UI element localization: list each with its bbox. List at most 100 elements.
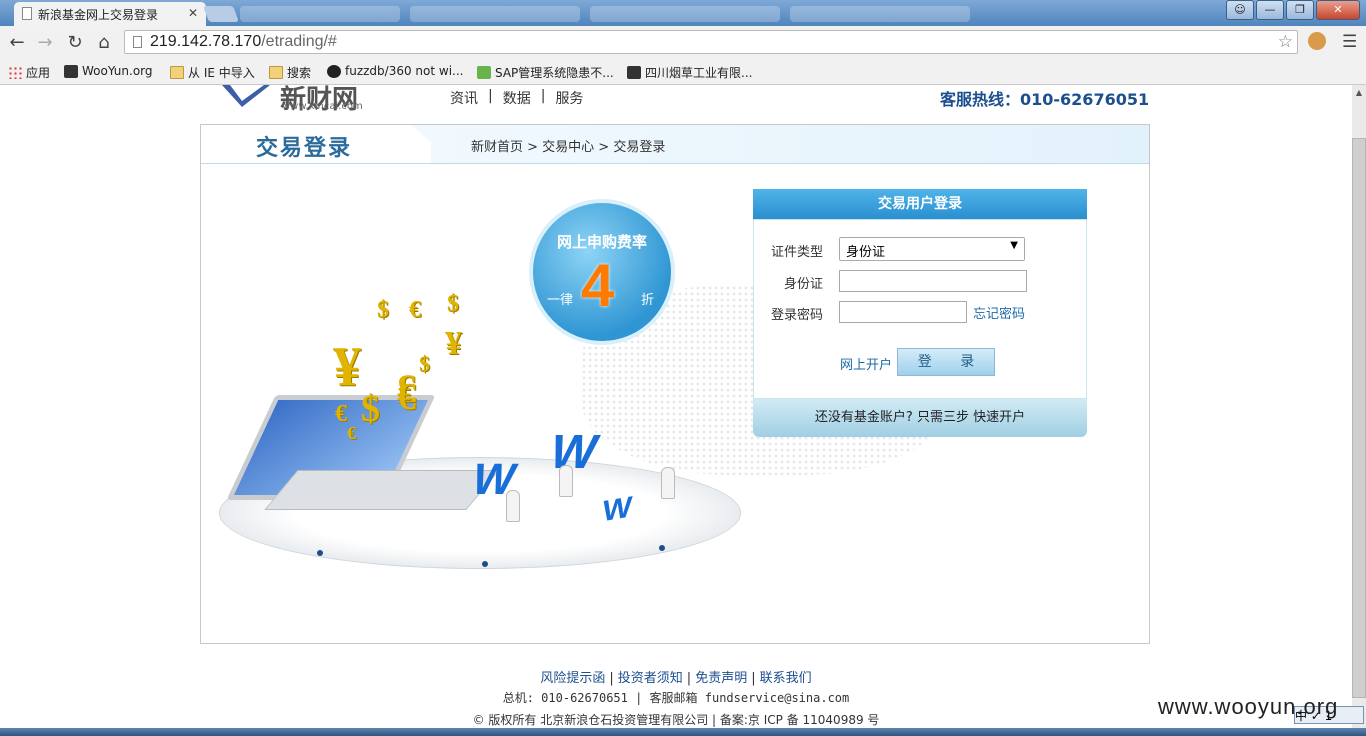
- bookmarks-bar: 应用 WooYun.org 从 IE 中导入 搜索 fuzzdb/360 not…: [0, 60, 1366, 85]
- footer-link-risk[interactable]: 风险提示函: [540, 671, 605, 686]
- cookie-extension-icon[interactable]: [1308, 32, 1326, 50]
- title-bar: 新浪基金网上交易登录 ✕ ☺ — ❐ ✕: [0, 0, 1366, 26]
- nav-data[interactable]: 数据: [503, 88, 531, 108]
- badge-title: 网上申购费率: [556, 233, 647, 251]
- id-type-select[interactable]: 身份证 ▼: [839, 237, 1025, 261]
- bookmark-sichuan[interactable]: 四川烟草工业有限...: [627, 64, 752, 81]
- id-number-label: 身份证: [783, 277, 823, 292]
- password-input[interactable]: [839, 301, 967, 323]
- footer-contact: 总机: 010-62670651 | 客服邮箱 fundservice@sina…: [502, 691, 850, 705]
- close-window-icon[interactable]: ✕: [1316, 0, 1360, 20]
- badge-prefix: 一律: [547, 293, 574, 308]
- url-host: 219.142.78.170: [150, 33, 262, 50]
- figure-graphic: [559, 465, 573, 497]
- fee-rate-badge: 网上申购费率 4 一律 折: [529, 199, 675, 345]
- page-icon: [22, 7, 32, 20]
- bookmark-fuzzdb[interactable]: fuzzdb/360 not wi...: [327, 64, 463, 78]
- scrollbar-thumb[interactable]: [1352, 138, 1366, 698]
- badge-suffix: 折: [641, 293, 655, 308]
- browser-tab-background[interactable]: [590, 6, 780, 22]
- w-letter-graphic: W: [601, 490, 634, 529]
- wooyun-icon: [64, 64, 78, 78]
- breadcrumb[interactable]: 新财首页 > 交易中心 > 交易登录: [471, 136, 665, 155]
- watermark: www.wooyun.org: [1158, 694, 1339, 719]
- back-icon[interactable]: ←: [6, 32, 28, 53]
- browser-tab-background[interactable]: [410, 6, 580, 22]
- nav-news[interactable]: 资讯: [450, 88, 478, 108]
- euro-coin-icon: €: [335, 401, 347, 427]
- id-type-value: 身份证: [846, 245, 886, 260]
- bookmark-sap[interactable]: SAP管理系统隐患不...: [477, 64, 614, 81]
- dropdown-arrow-icon: ▼: [1010, 240, 1018, 251]
- main-panel: 交易登录 新财首页 > 交易中心 > 交易登录 ¥ £ $ € $ ¥ $ € …: [200, 124, 1150, 644]
- minimize-icon[interactable]: —: [1256, 0, 1284, 20]
- apps-icon: [8, 66, 22, 79]
- nav-separator: |: [488, 88, 493, 104]
- bookmark-label: fuzzdb/360 not wi...: [345, 64, 464, 78]
- euro-coin-icon: €: [347, 423, 356, 443]
- hotline: 客服热线：010-62676051: [940, 90, 1150, 109]
- platform-dot: [659, 545, 665, 551]
- laptop-base-graphic: [264, 470, 500, 510]
- footer-link-disclaimer[interactable]: 免责声明: [695, 671, 747, 686]
- quick-open-account-link[interactable]: 还没有基金账户? 只需三步 快速开户: [753, 399, 1087, 437]
- login-panel: 交易用户登录 证件类型 身份证 ▼ 身份证 登录密码 忘记密码 网上开户 登 录…: [753, 189, 1087, 437]
- dollar-coin-icon: $: [361, 388, 380, 430]
- nav-separator: |: [540, 88, 546, 104]
- dollar-coin-icon: $: [377, 297, 389, 323]
- bookmark-apps[interactable]: 应用: [8, 64, 50, 81]
- platform-dot: [317, 550, 323, 556]
- id-number-input[interactable]: [839, 270, 1027, 292]
- bookmark-label: SAP管理系统隐患不...: [495, 66, 614, 80]
- bookmark-ie-import[interactable]: 从 IE 中导入: [170, 64, 255, 81]
- scroll-up-icon[interactable]: ▲: [1352, 88, 1366, 102]
- logo-subtitle: www.xincai.com: [282, 101, 363, 112]
- id-type-label: 证件类型: [770, 245, 823, 260]
- footer-copyright: © 版权所有 北京新浪仓石投资管理有限公司 | 备案:京 ICP 备 11040…: [472, 713, 880, 727]
- bookmark-wooyun[interactable]: WooYun.org: [64, 64, 153, 78]
- euro-coin-icon: €: [409, 297, 421, 323]
- footer-separator: |: [751, 671, 756, 686]
- login-title: 交易用户登录: [753, 189, 1087, 219]
- dollar-coin-icon: $: [419, 351, 430, 376]
- browser-tab-background[interactable]: [240, 6, 400, 22]
- yen-coin-icon: ¥: [445, 325, 462, 362]
- bookmark-star-icon[interactable]: ☆: [1278, 32, 1293, 52]
- tab-close-icon[interactable]: ✕: [188, 6, 198, 20]
- forward-icon[interactable]: →: [34, 32, 56, 53]
- bookmark-label: WooYun.org: [82, 64, 153, 78]
- page-title: 交易登录: [256, 136, 353, 161]
- logo-icon[interactable]: [220, 85, 272, 111]
- nav-service[interactable]: 服务: [555, 88, 583, 108]
- user-icon[interactable]: ☺: [1226, 0, 1254, 20]
- badge-number: 4: [581, 252, 615, 319]
- reload-icon[interactable]: ↻: [64, 32, 86, 53]
- yen-coin-icon: ¥: [333, 336, 361, 398]
- sap-icon: [477, 66, 491, 79]
- address-bar[interactable]: 219.142.78.170/etrading/# ☆: [124, 30, 1298, 54]
- menu-icon[interactable]: ☰: [1342, 32, 1357, 52]
- footer-separator: |: [686, 671, 692, 686]
- url-path: /etrading/#: [261, 33, 337, 50]
- window-controls: ☺ — ❐ ✕: [1226, 0, 1360, 20]
- footer-link-investor[interactable]: 投资者须知: [618, 671, 683, 686]
- footer-separator: |: [609, 671, 614, 686]
- bookmark-label: 搜索: [287, 66, 312, 80]
- url-text[interactable]: 219.142.78.170/etrading/#: [150, 33, 337, 51]
- tab-title: 新浪基金网上交易登录: [38, 8, 159, 22]
- forgot-password-link[interactable]: 忘记密码: [973, 303, 1025, 322]
- browser-tab-background[interactable]: [790, 6, 970, 22]
- taskbar: [0, 728, 1366, 736]
- folder-icon: [170, 66, 184, 79]
- browser-tab-active[interactable]: 新浪基金网上交易登录 ✕: [14, 2, 206, 26]
- maximize-icon[interactable]: ❐: [1286, 0, 1314, 20]
- bookmark-search[interactable]: 搜索: [269, 64, 311, 81]
- home-icon[interactable]: ⌂: [93, 32, 115, 53]
- footer-link-contact[interactable]: 联系我们: [760, 671, 812, 686]
- open-account-link[interactable]: 网上开户: [840, 354, 892, 373]
- login-button[interactable]: 登 录: [897, 348, 995, 376]
- github-icon: [327, 64, 341, 78]
- figure-graphic: [506, 490, 520, 522]
- top-nav: 资讯 | 数据 | 服务: [450, 88, 583, 108]
- new-tab-button[interactable]: [203, 6, 239, 22]
